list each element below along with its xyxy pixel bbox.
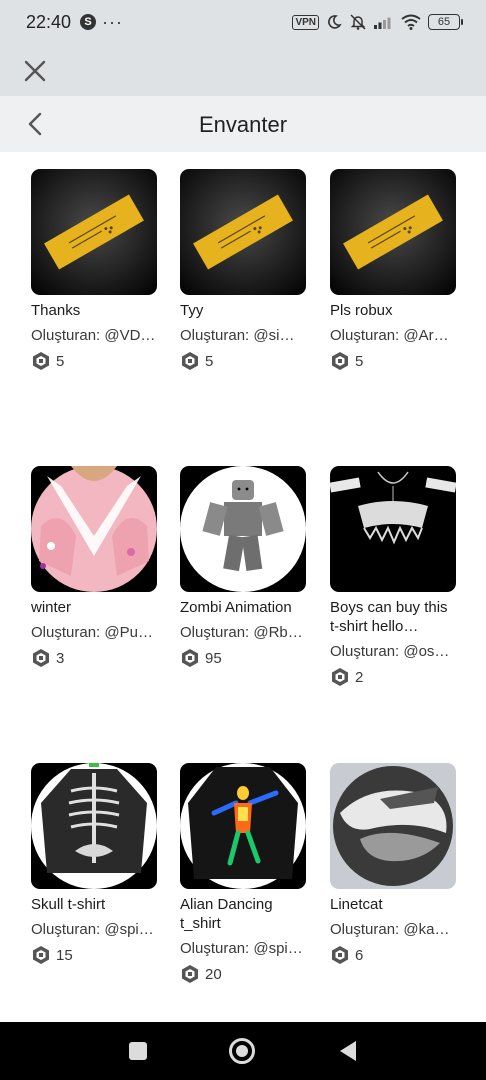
item-name: Pls robux: [330, 302, 393, 319]
item-creator: Oluşturan: @Ard…: [330, 327, 456, 344]
thermal-alien-shirt-image: [180, 763, 306, 889]
item-thumbnail[interactable]: [31, 169, 157, 295]
status-left-icons: S ···: [80, 12, 123, 32]
inventory-item[interactable]: winter Oluşturan: @Pur… 3: [31, 466, 157, 668]
item-creator: Oluşturan: @kak…: [330, 921, 456, 938]
item-price: 15: [31, 945, 157, 965]
price-value: 2: [355, 668, 364, 686]
item-price: 5: [330, 351, 456, 371]
robux-icon: [182, 965, 198, 983]
robux-icon: [332, 946, 348, 964]
item-price: 5: [180, 351, 306, 371]
battery-icon: 65: [428, 14, 463, 30]
moon-icon: [328, 15, 342, 29]
item-price: 95: [180, 648, 306, 668]
gold-ticket-image: [330, 169, 456, 295]
back-icon[interactable]: [340, 1041, 356, 1061]
inventory-item[interactable]: Alian Dancing t_shirt Oluşturan: @spi… 2…: [180, 763, 306, 984]
gold-ticket-image: [31, 169, 157, 295]
item-creator: Oluşturan: @spi…: [180, 940, 303, 957]
price-value: 3: [56, 649, 65, 667]
item-creator: Oluşturan: @Rb…: [180, 624, 303, 641]
pink-jacket-image: [31, 466, 157, 592]
inventory-item[interactable]: Pls robux Oluşturan: @Ard… 5: [330, 169, 456, 371]
status-right-icons: VPN 65: [292, 13, 463, 31]
bell-off-icon: [350, 14, 366, 30]
wifi-icon: [401, 14, 421, 30]
item-creator: Oluşturan: @Pur…: [31, 624, 157, 641]
signal-icon: [374, 17, 391, 29]
inventory-item[interactable]: Skull t-shirt Oluşturan: @spi… 15: [31, 763, 157, 965]
black-gothic-shirt-image: [330, 466, 456, 592]
item-creator: Oluşturan: @VD…: [31, 327, 156, 344]
recent-apps-icon[interactable]: [129, 1042, 147, 1060]
price-value: 95: [205, 649, 222, 667]
robux-icon: [182, 352, 198, 370]
item-name: Skull t-shirt: [31, 896, 106, 913]
price-value: 5: [205, 352, 214, 370]
item-thumbnail[interactable]: [31, 763, 157, 889]
item-price: 2: [330, 667, 456, 687]
inventory-item[interactable]: Thanks Oluşturan: @VD… 5: [31, 169, 157, 371]
robux-icon: [332, 668, 348, 686]
robux-icon: [33, 649, 49, 667]
item-name: winter: [31, 599, 72, 616]
page-title: Envanter: [198, 112, 288, 137]
item-name: Zombi Animation: [180, 599, 292, 616]
inventory-item[interactable]: Linetcat Oluşturan: @kak… 6: [330, 763, 456, 965]
item-name: Tyy: [180, 302, 204, 319]
robux-icon: [33, 352, 49, 370]
robux-icon: [332, 352, 348, 370]
vpn-icon: VPN: [292, 14, 319, 30]
item-thumbnail[interactable]: [180, 466, 306, 592]
price-value: 15: [56, 946, 73, 964]
status-time: 22:40: [26, 12, 72, 32]
item-thumbnail[interactable]: [180, 763, 306, 889]
robux-icon: [33, 946, 49, 964]
item-creator: Oluşturan: @sim…: [180, 327, 306, 344]
skeleton-shirt-image: [31, 763, 157, 889]
close-icon[interactable]: [22, 58, 48, 84]
price-value: 5: [56, 352, 65, 370]
item-name: Linetcat: [330, 896, 383, 913]
more-dots-icon: ···: [102, 12, 123, 32]
item-thumbnail[interactable]: [31, 466, 157, 592]
item-creator: Oluşturan: @os…: [330, 643, 450, 660]
gold-ticket-image: [180, 169, 306, 295]
inventory-item[interactable]: Zombi Animation Oluşturan: @Rb… 95: [180, 466, 306, 668]
item-name: Boys can buy this t-shirt hello…: [330, 599, 448, 635]
item-name: Thanks: [31, 302, 81, 319]
price-value: 6: [355, 946, 364, 964]
app-s-icon: S: [80, 14, 96, 30]
price-value: 20: [205, 965, 222, 983]
item-thumbnail[interactable]: [330, 466, 456, 592]
item-thumbnail[interactable]: [180, 169, 306, 295]
item-price: 3: [31, 648, 157, 668]
item-price: 5: [31, 351, 157, 371]
item-thumbnail[interactable]: [330, 763, 456, 889]
item-creator: Oluşturan: @spi…: [31, 921, 154, 938]
item-name: Alian Dancing t_shirt: [180, 896, 273, 932]
grey-abstract-image: [330, 763, 456, 889]
item-thumbnail[interactable]: [330, 169, 456, 295]
zombie-avatar-image: [180, 466, 306, 592]
close-bar: [0, 48, 486, 96]
page-header: Envanter: [0, 96, 486, 152]
inventory-item[interactable]: Tyy Oluşturan: @sim… 5: [180, 169, 306, 371]
item-price: 20: [180, 964, 306, 984]
status-bar: 22:40 S ··· VPN 65: [0, 0, 486, 48]
system-nav-bar: [0, 1022, 486, 1080]
inventory-item[interactable]: Boys can buy this t-shirt hello… Oluştur…: [330, 466, 456, 687]
robux-icon: [182, 649, 198, 667]
price-value: 5: [355, 352, 364, 370]
home-icon[interactable]: [229, 1038, 255, 1064]
item-price: 6: [330, 945, 456, 965]
